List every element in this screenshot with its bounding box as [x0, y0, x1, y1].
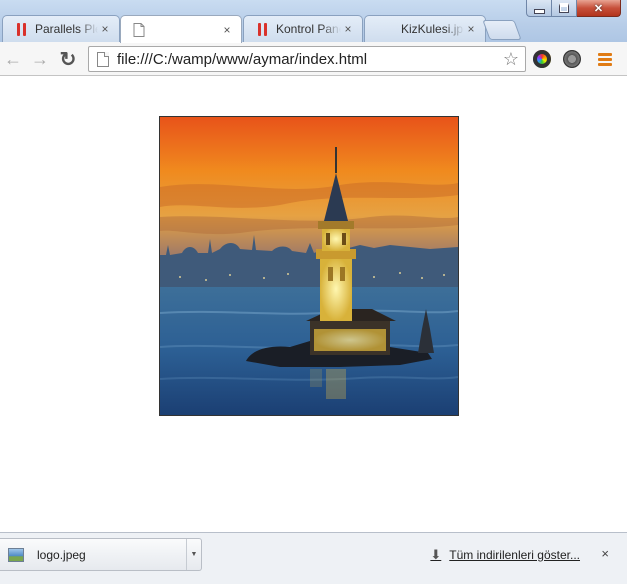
- download-shelf: logo.jpeg ▼ ⬇ Tüm indirilenleri göster..…: [0, 532, 627, 584]
- forward-arrow-icon: →: [31, 48, 49, 69]
- parallels-icon: [13, 21, 29, 37]
- show-all-label: Tüm indirilenleri göster...: [449, 548, 580, 562]
- download-arrow-icon: ⬇: [430, 547, 442, 562]
- tab-close-icon[interactable]: ×: [98, 22, 112, 36]
- back-button[interactable]: ←: [2, 48, 24, 70]
- back-arrow-icon: ←: [4, 48, 22, 69]
- minimize-icon: [533, 8, 545, 14]
- chrome-menu-icon[interactable]: [598, 53, 612, 68]
- close-icon: ✕: [593, 2, 604, 15]
- tab-close-icon[interactable]: ×: [220, 23, 234, 37]
- color-wheel-extension-icon[interactable]: [533, 50, 551, 68]
- reload-icon: ↻: [59, 48, 77, 71]
- image-icon: [375, 21, 381, 37]
- page-content: [0, 76, 627, 532]
- browser-toolbar: ← → ↻ ☆: [0, 42, 627, 76]
- parallels-icon: [254, 21, 270, 37]
- minimize-button[interactable]: [526, 0, 552, 17]
- tab-label: Parallels Plesk: [35, 22, 98, 36]
- reload-button[interactable]: ↻: [57, 48, 79, 71]
- tab-kizkulesi-jpeg[interactable]: KizKulesi.jpeg ×: [364, 15, 486, 42]
- address-bar[interactable]: ☆: [88, 46, 526, 72]
- close-window-button[interactable]: ✕: [577, 0, 621, 17]
- maximize-button[interactable]: [552, 0, 577, 17]
- address-input[interactable]: [117, 50, 503, 68]
- image-file-icon: [8, 547, 24, 562]
- tab-kontrol-paneli[interactable]: Kontrol Paneli ×: [243, 15, 363, 42]
- new-tab-button[interactable]: [482, 20, 522, 40]
- tab-label: KizKulesi.jpeg: [401, 22, 464, 36]
- bookmark-star-icon[interactable]: ☆: [503, 49, 519, 70]
- download-menu-button[interactable]: ▼: [186, 539, 201, 570]
- blank-page-icon: [131, 22, 147, 38]
- page-icon: [97, 51, 109, 67]
- window-controls: ✕: [526, 0, 621, 18]
- tab-close-icon[interactable]: ×: [464, 22, 478, 36]
- tab-current-page[interactable]: ×: [120, 15, 242, 43]
- maidens-tower-image: [159, 116, 459, 416]
- tab-label: Kontrol Paneli: [276, 22, 341, 36]
- maidens-tower-photo: [160, 117, 458, 415]
- download-file-name: logo.jpeg: [37, 547, 86, 562]
- tab-close-icon[interactable]: ×: [341, 22, 355, 36]
- film-reel-extension-icon[interactable]: [563, 50, 581, 68]
- maximize-icon: [559, 3, 569, 13]
- download-item[interactable]: logo.jpeg ▼: [0, 538, 202, 571]
- close-download-shelf-icon[interactable]: ×: [601, 546, 609, 561]
- title-bar: Parallels Plesk × × Kontrol Paneli × Kiz…: [0, 0, 627, 43]
- show-all-downloads-link[interactable]: ⬇ Tüm indirilenleri göster...: [430, 547, 580, 563]
- chevron-down-icon: ▼: [190, 551, 198, 558]
- tab-parallels-plesk[interactable]: Parallels Plesk ×: [2, 15, 120, 42]
- forward-button[interactable]: →: [29, 48, 51, 70]
